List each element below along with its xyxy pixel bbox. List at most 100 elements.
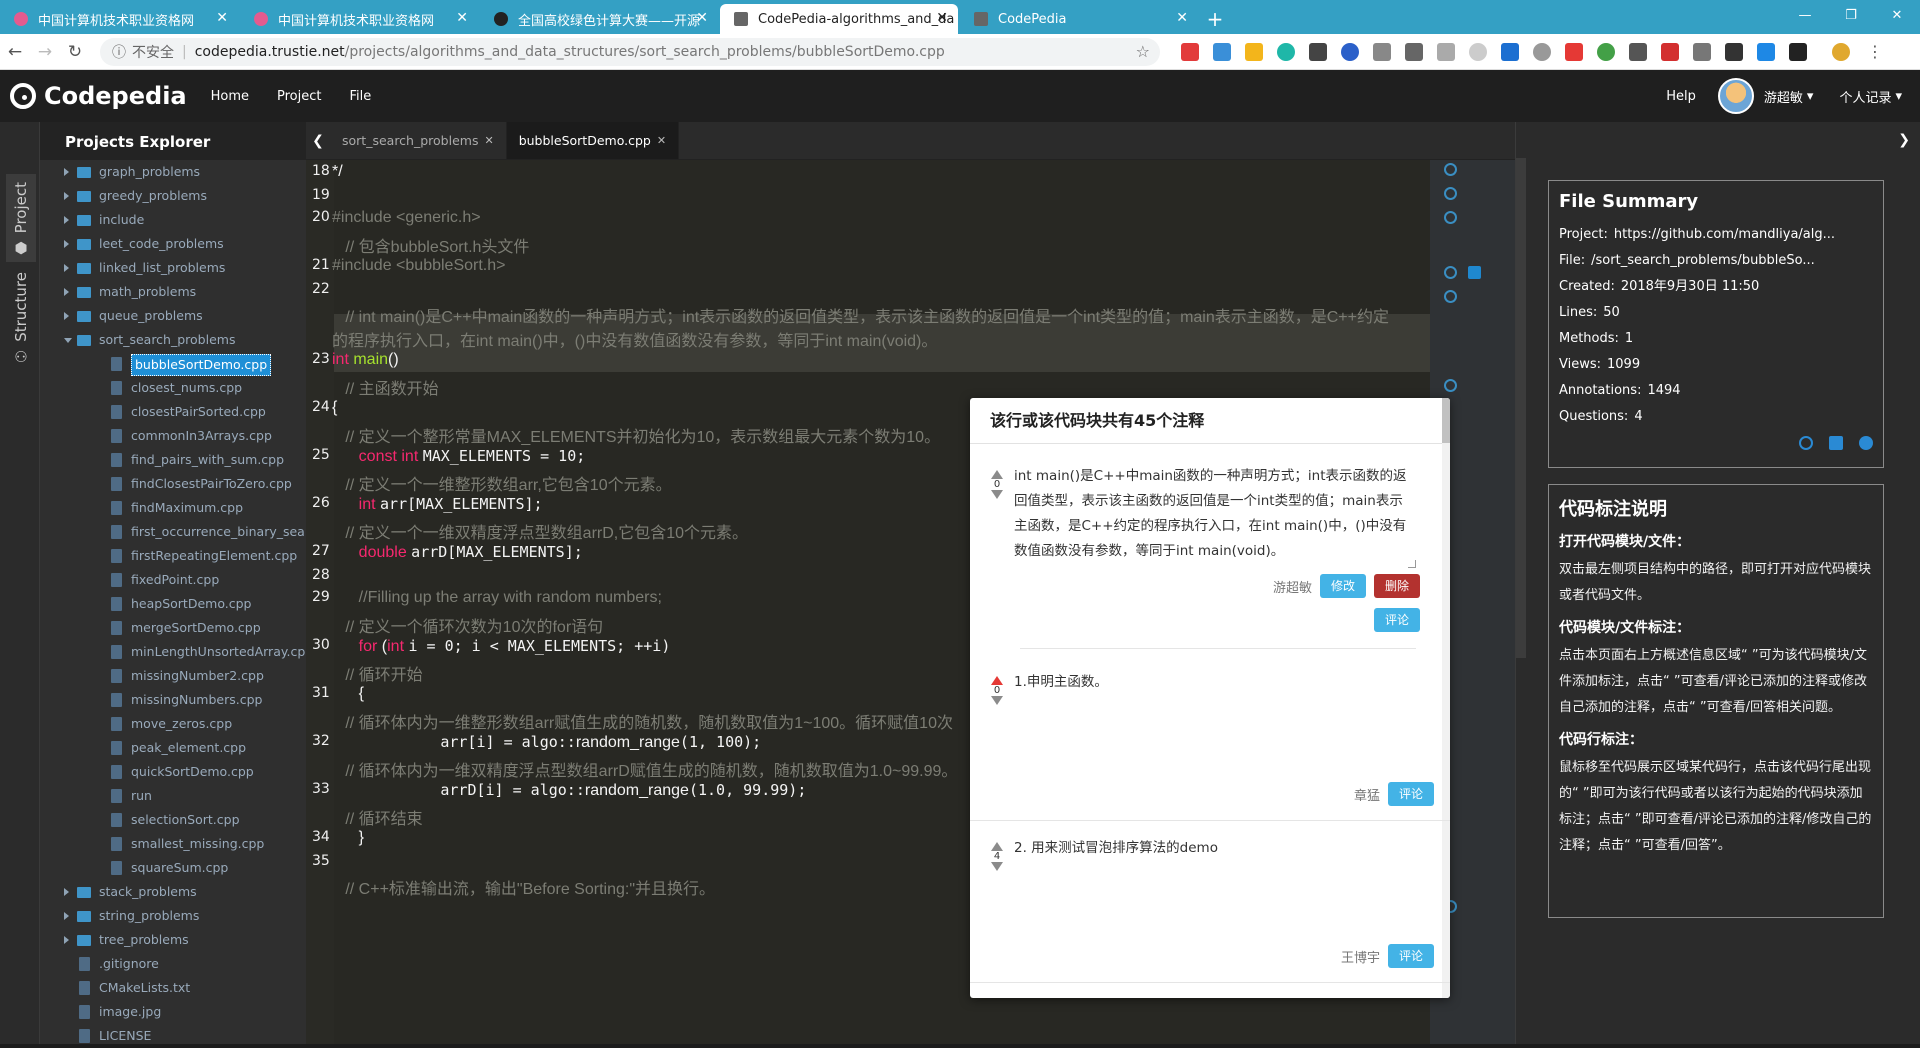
tree-folder[interactable]: sort_search_problems (40, 328, 306, 352)
tree-folder[interactable]: greedy_problems (40, 184, 306, 208)
tree-file[interactable]: minLengthUnsortedArray.cpp (40, 640, 306, 664)
chevron-right-icon[interactable] (64, 168, 69, 176)
extension-icon[interactable] (1181, 42, 1199, 61)
tree-file[interactable]: closestPairSorted.cpp (40, 400, 306, 424)
comment-icon[interactable] (1444, 379, 1457, 392)
delete-button[interactable]: 删除 (1373, 574, 1420, 598)
chevron-right-icon[interactable] (64, 912, 69, 920)
avatar[interactable] (1717, 78, 1754, 114)
extension-icon[interactable] (1757, 42, 1775, 61)
tree-file[interactable]: quickSortDemo.cpp (40, 760, 306, 784)
close-icon[interactable]: ✕ (216, 10, 228, 26)
extension-icon[interactable] (1405, 42, 1423, 61)
document-icon[interactable] (1468, 266, 1481, 279)
chevron-right-icon[interactable] (64, 192, 69, 200)
comment-icon[interactable] (1444, 211, 1457, 224)
code-line[interactable]: 20 #include <generic.h> (306, 209, 1430, 233)
code-line[interactable]: // int main()是C++中main函数的一种声明方式；int表示函数的… (306, 303, 1430, 327)
tree-file[interactable]: first_occurrence_binary_search (40, 520, 306, 544)
tree-file[interactable]: find_pairs_with_sum.cpp (40, 448, 306, 472)
records-menu[interactable]: 个人记录 (1839, 87, 1891, 106)
chevron-right-icon[interactable] (64, 888, 69, 896)
tree-folder[interactable]: include (40, 208, 306, 232)
extension-icon[interactable] (1309, 42, 1327, 61)
tree-file[interactable]: missingNumber2.cpp (40, 664, 306, 688)
chevron-left-icon[interactable]: ❮ (306, 122, 330, 159)
chevron-right-icon[interactable] (64, 936, 69, 944)
brand-logo[interactable]: Codepedia (10, 82, 187, 110)
tree-folder[interactable]: stack_problems (40, 880, 306, 904)
extension-icon[interactable] (1629, 42, 1647, 61)
comment-icon[interactable] (1444, 290, 1457, 303)
chevron-right-icon[interactable] (64, 312, 69, 320)
downvote-icon[interactable] (991, 862, 1003, 871)
extension-icon[interactable] (1469, 42, 1487, 61)
reload-icon[interactable]: ↻ (60, 37, 90, 67)
code-line[interactable]: 18 */ (306, 163, 1430, 187)
tree-folder[interactable]: linked_list_problems (40, 256, 306, 280)
nav-home[interactable]: Home (211, 89, 249, 104)
comment-button[interactable]: 评论 (1387, 944, 1434, 968)
tree-file[interactable]: mergeSortDemo.cpp (40, 616, 306, 640)
tree-folder[interactable]: tree_problems (40, 928, 306, 952)
download-icon[interactable] (1789, 42, 1807, 61)
popup-scrollbar[interactable] (1442, 398, 1450, 998)
extension-icon[interactable] (1213, 42, 1231, 61)
comment-button[interactable]: 评论 (1373, 608, 1420, 632)
editor-tab-active[interactable]: bubbleSortDemo.cpp ✕ (506, 122, 680, 159)
tree-file[interactable]: commonIn3Arrays.cpp (40, 424, 306, 448)
tree-file[interactable]: image.jpg (40, 1000, 306, 1024)
tree-file[interactable]: missingNumbers.cpp (40, 688, 306, 712)
downvote-icon[interactable] (991, 696, 1003, 705)
annotation-text[interactable]: 2. 用来测试冒泡排序算法的demo (1014, 836, 1414, 861)
extension-icon[interactable] (1565, 42, 1583, 61)
code-line[interactable]: // 主函数开始 (306, 375, 1430, 399)
extension-icon[interactable] (1693, 42, 1711, 61)
close-icon[interactable]: ✕ (657, 134, 666, 147)
menu-icon[interactable]: ⋮ (1867, 42, 1883, 61)
structure-view-button[interactable]: Structure ⚇ (6, 272, 36, 366)
chevron-right-icon[interactable]: ❯ (1898, 132, 1910, 148)
extension-icon[interactable] (1597, 42, 1615, 61)
tree-file[interactable]: CMakeLists.txt (40, 976, 306, 1000)
summary-value[interactable]: /sort_search_problems/bubbleSo... (1591, 253, 1815, 268)
tree-folder[interactable]: leet_code_problems (40, 232, 306, 256)
back-icon[interactable]: ← (0, 37, 30, 67)
code-line[interactable]: 的程序执行入口，在int main()中，()中没有数值函数没有参数，等同于in… (306, 327, 1430, 351)
tree-file[interactable]: move_zeros.cpp (40, 712, 306, 736)
tree-file[interactable]: fixedPoint.cpp (40, 568, 306, 592)
tree-file[interactable]: findMaximum.cpp (40, 496, 306, 520)
info-icon[interactable]: ⓘ (112, 42, 126, 62)
forward-icon[interactable]: → (30, 37, 60, 67)
tree-folder[interactable]: math_problems (40, 280, 306, 304)
tree-folder[interactable]: string_problems (40, 904, 306, 928)
tree-folder[interactable]: queue_problems (40, 304, 306, 328)
panel-scrollbar[interactable] (1516, 158, 1526, 658)
comment-icon[interactable] (1799, 436, 1813, 450)
close-icon[interactable]: ✕ (696, 10, 708, 26)
extension-icon[interactable] (1725, 42, 1743, 61)
nav-project[interactable]: Project (277, 89, 321, 104)
profile-icon[interactable] (1832, 42, 1850, 61)
extension-icon[interactable] (1661, 42, 1679, 61)
tree-file[interactable]: selectionSort.cpp (40, 808, 306, 832)
extension-icon[interactable] (1245, 42, 1263, 61)
comment-icon[interactable] (1444, 163, 1457, 176)
code-line[interactable]: 22 (306, 281, 1430, 303)
comment-icon[interactable] (1444, 266, 1457, 279)
user-menu[interactable]: 游超敏 (1764, 87, 1803, 106)
extension-icon[interactable] (1501, 42, 1519, 61)
tree-file[interactable]: bubbleSortDemo.cpp (40, 352, 306, 376)
new-tab-button[interactable]: + (1200, 4, 1230, 34)
comment-button[interactable]: 评论 (1387, 782, 1434, 806)
tree-file[interactable]: firstRepeatingElement.cpp (40, 544, 306, 568)
code-line[interactable]: 21 #include <bubbleSort.h> (306, 257, 1430, 281)
extension-icon[interactable] (1277, 42, 1295, 61)
nav-file[interactable]: File (350, 89, 372, 104)
upvote-icon[interactable] (991, 676, 1003, 685)
minimize-icon[interactable]: — (1782, 0, 1828, 30)
annotation-text[interactable]: 1.申明主函数。 (1014, 670, 1414, 695)
tree-file[interactable]: run (40, 784, 306, 808)
code-line[interactable]: // 包含bubbleSort.h头文件 (306, 233, 1430, 257)
close-window-icon[interactable]: ✕ (1874, 0, 1920, 30)
